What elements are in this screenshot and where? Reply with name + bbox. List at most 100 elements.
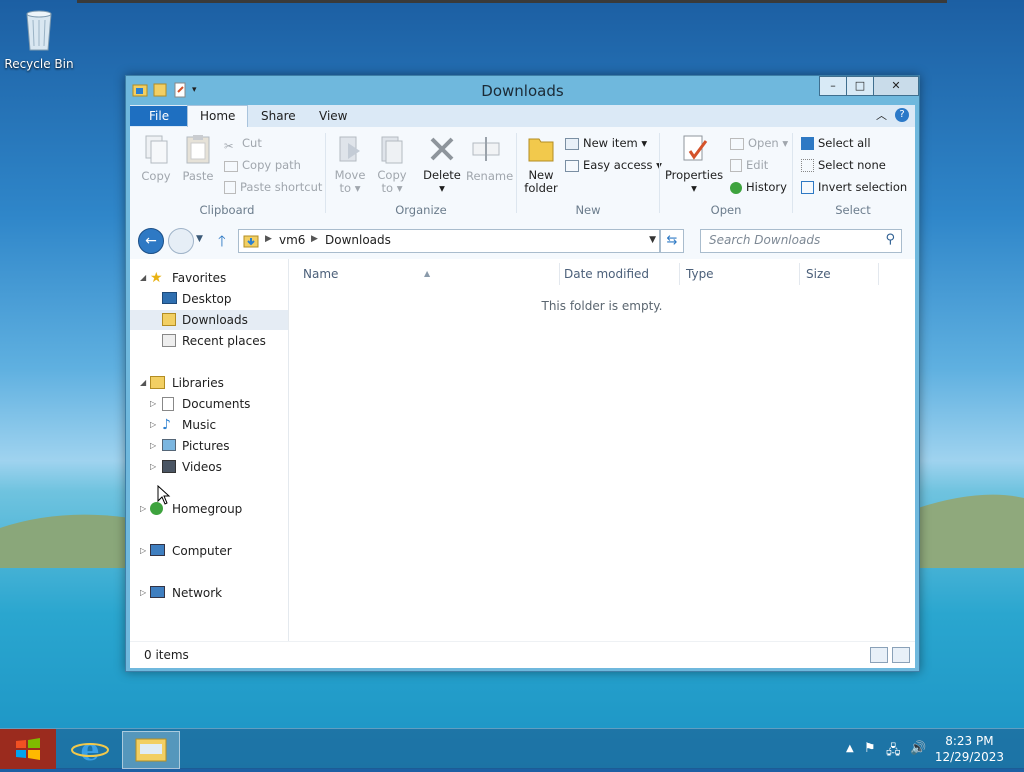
start-button[interactable] xyxy=(0,729,56,769)
large-icons-view-icon[interactable] xyxy=(892,647,910,663)
maximize-button[interactable]: □ xyxy=(846,76,874,96)
clipboard-group: Copy Paste ✂ Cut Copy path Paste shortcut… xyxy=(130,127,324,219)
nav-item-recent-places[interactable]: Recent places xyxy=(130,331,288,351)
cut-button[interactable]: ✂ Cut xyxy=(224,134,262,153)
column-header-size[interactable]: Size xyxy=(800,263,879,285)
nav-item-downloads[interactable]: Downloads xyxy=(130,310,288,330)
forward-button[interactable] xyxy=(168,228,194,254)
volume-icon[interactable]: 🔊 xyxy=(910,741,926,756)
up-button[interactable]: 🡑 xyxy=(218,231,226,256)
delete-button[interactable]: Delete ▾ xyxy=(422,133,462,195)
properties-icon xyxy=(683,135,708,161)
open-button[interactable]: Open ▾ xyxy=(730,134,788,152)
clock[interactable]: 8:23 PM 12/29/2023 xyxy=(935,733,1004,765)
nav-item-desktop[interactable]: Desktop xyxy=(130,289,288,309)
history-button[interactable]: History xyxy=(730,178,787,196)
copy-button[interactable]: Copy xyxy=(136,133,176,183)
breadcrumb-vm6[interactable]: vm6 xyxy=(279,233,305,247)
nav-item-network[interactable]: ▷ Network xyxy=(130,583,288,603)
search-input[interactable]: Search Downloads ⚲ xyxy=(700,229,902,253)
paste-shortcut-button[interactable]: Paste shortcut xyxy=(224,178,322,196)
collapsed-triangle-icon[interactable]: ▷ xyxy=(150,457,158,477)
nav-item-pictures[interactable]: ▷ Pictures xyxy=(130,436,288,456)
nav-item-music[interactable]: ▷ ♪ Music xyxy=(130,415,288,435)
address-dropdown-icon[interactable]: ▼ xyxy=(649,235,656,245)
internet-explorer-taskbar-button[interactable]: e xyxy=(62,731,118,768)
collapsed-triangle-icon[interactable]: ▷ xyxy=(140,541,148,561)
back-button[interactable]: ← xyxy=(138,228,164,254)
move-to-icon xyxy=(339,136,360,162)
tab-home[interactable]: Home xyxy=(187,105,249,128)
star-icon: ★ xyxy=(150,270,163,286)
invert-selection-button[interactable]: Invert selection xyxy=(801,178,907,196)
status-bar: 0 items xyxy=(130,641,915,668)
minimize-button[interactable]: – xyxy=(819,76,847,96)
ribbon-tabs: File Home Share View ︿ ? xyxy=(130,105,915,128)
back-arrow-icon: ← xyxy=(145,233,157,249)
select-all-button[interactable]: Select all xyxy=(801,134,871,152)
rename-button[interactable]: Rename xyxy=(466,133,513,183)
nav-item-homegroup[interactable]: ▷ Homegroup xyxy=(130,499,288,519)
select-none-button[interactable]: Select none xyxy=(801,156,886,174)
expanded-triangle-icon[interactable]: ◢ xyxy=(140,268,148,288)
address-bar[interactable]: ▶ vm6 ▶ Downloads ▼ xyxy=(238,229,660,253)
edit-button[interactable]: Edit xyxy=(730,156,768,174)
details-view-icon[interactable] xyxy=(870,647,888,663)
videos-film-icon xyxy=(162,460,176,473)
new-item-button[interactable]: New item ▾ xyxy=(565,134,647,152)
column-header-name[interactable]: Name ▲ xyxy=(289,263,560,285)
title-bar[interactable]: ▾ Downloads – □ ✕ xyxy=(126,76,919,104)
easy-access-button[interactable]: Easy access ▾ xyxy=(565,156,662,174)
tab-view[interactable]: View xyxy=(307,106,359,126)
collapsed-triangle-icon[interactable]: ▷ xyxy=(150,415,158,435)
column-header-date-modified[interactable]: Date modified xyxy=(560,263,680,285)
help-icon[interactable]: ? xyxy=(895,108,909,122)
collapsed-triangle-icon[interactable]: ▷ xyxy=(150,394,158,414)
new-folder-icon xyxy=(528,138,554,162)
collapsed-triangle-icon[interactable]: ▷ xyxy=(150,436,158,456)
edit-icon xyxy=(730,159,742,172)
select-none-icon xyxy=(801,159,814,172)
recent-locations-dropdown[interactable]: ▼ xyxy=(196,234,203,244)
close-button[interactable]: ✕ xyxy=(873,76,919,96)
background-window-edge xyxy=(77,0,947,3)
explorer-window[interactable]: ▾ Downloads – □ ✕ File Home Share View ︿… xyxy=(125,75,920,672)
copy-path-button[interactable]: Copy path xyxy=(224,156,301,174)
breadcrumb-downloads[interactable]: Downloads xyxy=(325,233,391,247)
refresh-button[interactable]: ⇆ xyxy=(660,229,684,253)
refresh-icon: ⇆ xyxy=(666,233,678,248)
breadcrumb-arrow-icon[interactable]: ▶ xyxy=(311,234,318,244)
breadcrumb-arrow-icon[interactable]: ▶ xyxy=(265,234,272,244)
nav-item-favorites[interactable]: ◢ ★ Favorites xyxy=(130,268,288,288)
recycle-bin-label: Recycle Bin xyxy=(4,57,74,71)
search-icon[interactable]: ⚲ xyxy=(885,232,895,247)
recycle-bin-desktop-icon[interactable]: Recycle Bin xyxy=(4,6,74,71)
expanded-triangle-icon[interactable]: ◢ xyxy=(140,373,148,393)
column-header-type[interactable]: Type xyxy=(680,263,800,285)
collapsed-triangle-icon[interactable]: ▷ xyxy=(140,499,148,519)
show-hidden-icons-icon[interactable]: ▲ xyxy=(846,743,854,754)
copy-to-button[interactable]: Copy to ▾ xyxy=(372,133,412,195)
mouse-cursor-icon xyxy=(157,485,171,505)
file-explorer-taskbar-button[interactable] xyxy=(122,731,180,769)
collapsed-triangle-icon[interactable]: ▷ xyxy=(140,583,148,603)
properties-button[interactable]: Properties ▾ xyxy=(664,133,724,195)
move-to-button[interactable]: Move to ▾ xyxy=(330,133,370,195)
network-tray-icon[interactable]: 🖧 xyxy=(886,741,901,763)
new-folder-button[interactable]: New folder xyxy=(521,133,561,195)
documents-icon xyxy=(162,397,174,411)
nav-item-documents[interactable]: ▷ Documents xyxy=(130,394,288,414)
nav-item-computer[interactable]: ▷ Computer xyxy=(130,541,288,561)
copy-to-icon xyxy=(381,136,403,164)
action-center-flag-icon[interactable]: ⚑ xyxy=(864,741,876,756)
tab-file[interactable]: File xyxy=(130,106,189,126)
select-all-icon xyxy=(801,137,814,150)
nav-item-videos[interactable]: ▷ Videos xyxy=(130,457,288,477)
clock-time: 8:23 PM xyxy=(945,734,994,748)
nav-item-libraries[interactable]: ◢ Libraries xyxy=(130,373,288,393)
rename-icon xyxy=(472,137,500,161)
file-list-pane[interactable]: Name ▲ Date modified Type Size This fold… xyxy=(289,259,915,641)
tab-share[interactable]: Share xyxy=(249,106,308,126)
collapse-ribbon-icon[interactable]: ︿ xyxy=(876,107,887,123)
paste-button[interactable]: Paste xyxy=(178,133,218,183)
